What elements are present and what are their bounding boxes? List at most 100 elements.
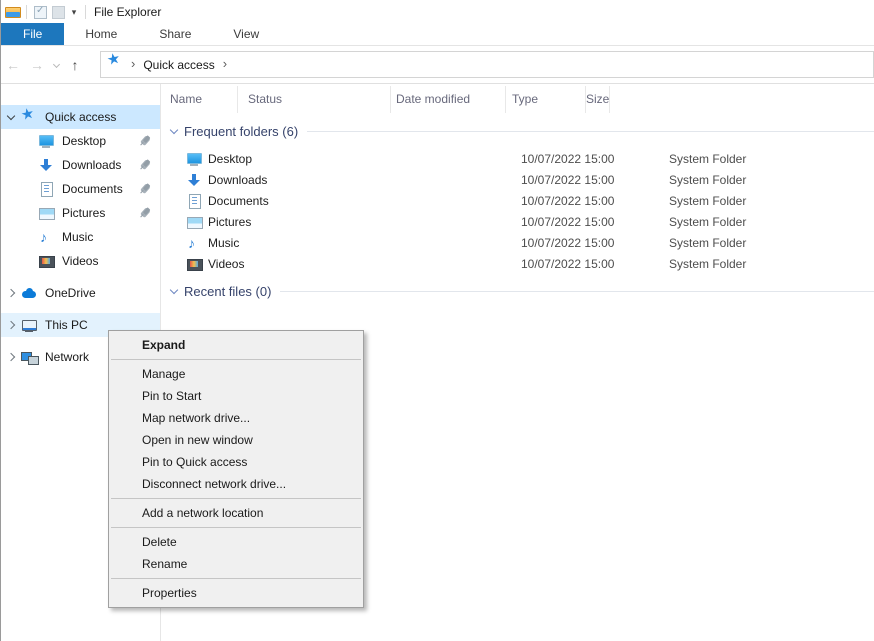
column-header-row: Name Status Date modified Type Size: [161, 84, 874, 114]
expand-chevron-icon[interactable]: [8, 290, 21, 296]
sidebar-item-icon: [21, 285, 37, 301]
sidebar-item[interactable]: Documents: [1, 177, 160, 201]
file-explorer-window: ▾ File Explorer File Home Share View ← →…: [0, 0, 874, 641]
pin-icon[interactable]: [135, 131, 155, 151]
context-menu-item[interactable]: Add a network location: [109, 502, 363, 524]
ribbon-tab[interactable]: View: [212, 23, 280, 45]
group-header-frequent-folders[interactable]: Frequent folders (6): [161, 122, 874, 140]
group-divider-line: [280, 291, 874, 292]
sidebar-item-icon: [38, 157, 54, 173]
file-type-icon: [186, 172, 202, 188]
file-type: System Folder: [664, 173, 779, 187]
expand-chevron-icon[interactable]: [8, 116, 21, 119]
ribbon-tab[interactable]: File: [1, 23, 64, 45]
sidebar-item-label: Pictures: [62, 206, 105, 220]
context-menu-item[interactable]: Expand: [109, 334, 363, 356]
sidebar-item-label: Documents: [62, 182, 123, 196]
back-arrow-icon[interactable]: ←: [1, 53, 25, 77]
address-bar[interactable]: › Quick access ›: [100, 51, 874, 78]
group-divider-line: [307, 131, 874, 132]
sidebar-item[interactable]: OneDrive: [1, 281, 160, 305]
file-date-modified: 10/07/2022 15:00: [511, 173, 664, 187]
sidebar-item[interactable]: Desktop: [1, 129, 160, 153]
sidebar-item-icon: [21, 109, 37, 125]
sidebar-item-label: Network: [45, 350, 89, 364]
context-menu-item[interactable]: Manage: [109, 363, 363, 385]
file-name: Videos: [208, 257, 244, 271]
file-name-cell: Desktop: [161, 151, 434, 167]
recent-locations-dropdown-icon[interactable]: [49, 62, 63, 67]
file-name-cell: Music: [161, 235, 434, 251]
sidebar-item-icon: [21, 317, 37, 333]
new-folder-icon[interactable]: [49, 3, 67, 21]
sidebar-item[interactable]: Quick access: [1, 105, 160, 129]
column-header[interactable]: Type: [506, 86, 586, 113]
context-menu-item[interactable]: Properties: [109, 582, 363, 604]
group-label: Frequent folders (6): [184, 124, 298, 139]
column-header[interactable]: Size: [586, 86, 610, 113]
column-header[interactable]: Name: [161, 86, 238, 113]
properties-check-icon[interactable]: [31, 3, 49, 21]
context-menu-item[interactable]: Pin to Start: [109, 385, 363, 407]
sidebar-item[interactable]: Music: [1, 225, 160, 249]
collapse-chevron-icon[interactable]: [170, 285, 178, 293]
file-name: Desktop: [208, 152, 252, 166]
group-header-recent-files[interactable]: Recent files (0): [161, 282, 874, 300]
expand-chevron-icon[interactable]: [8, 322, 21, 328]
pin-icon[interactable]: [135, 155, 155, 175]
context-menu-item[interactable]: [111, 578, 361, 579]
file-date-modified: 10/07/2022 15:00: [511, 194, 664, 208]
sidebar-item-label: OneDrive: [45, 286, 96, 300]
group-label: Recent files (0): [184, 284, 271, 299]
up-arrow-icon[interactable]: ↑: [63, 53, 87, 77]
sidebar-item-label: Videos: [62, 254, 98, 268]
file-date-modified: 10/07/2022 15:00: [511, 257, 664, 271]
Desktop[interactable]: Desktop 10/07/2022 15:00 System Folder: [161, 148, 874, 169]
sidebar-item-label: Music: [62, 230, 93, 244]
collapse-chevron-icon[interactable]: [170, 125, 178, 133]
ribbon-tab[interactable]: Share: [138, 23, 212, 45]
file-type-icon: [186, 256, 202, 272]
file-date-modified: 10/07/2022 15:00: [511, 215, 664, 229]
file-type: System Folder: [664, 257, 779, 271]
context-menu: Expand Manage Pin to Start Map network d…: [108, 330, 364, 608]
context-menu-item[interactable]: [111, 527, 361, 528]
sidebar-item[interactable]: Pictures: [1, 201, 160, 225]
file-type-icon: [186, 193, 202, 209]
expand-chevron-icon[interactable]: [8, 354, 21, 360]
sidebar-item[interactable]: Downloads: [1, 153, 160, 177]
navigation-bar: ← → ↑ › Quick access ›: [1, 46, 874, 84]
sidebar-item-icon: [38, 133, 54, 149]
context-menu-item[interactable]: [111, 498, 361, 499]
sidebar-item-icon: [38, 253, 54, 269]
context-menu-item[interactable]: Disconnect network drive...: [109, 473, 363, 495]
Pictures[interactable]: Pictures 10/07/2022 15:00 System Folder: [161, 211, 874, 232]
context-menu-item[interactable]: [111, 359, 361, 360]
context-menu-item[interactable]: Map network drive...: [109, 407, 363, 429]
forward-arrow-icon[interactable]: →: [25, 53, 49, 77]
window-title: File Explorer: [94, 5, 161, 19]
column-header[interactable]: Date modified: [391, 86, 506, 113]
breadcrumb-quick-access-icon[interactable]: [107, 54, 123, 75]
context-menu-item[interactable]: Delete: [109, 531, 363, 553]
Videos[interactable]: Videos 10/07/2022 15:00 System Folder: [161, 253, 874, 274]
column-header[interactable]: Status: [238, 86, 391, 113]
context-menu-item[interactable]: Pin to Quick access: [109, 451, 363, 473]
toolbar-separator: [85, 5, 86, 19]
breadcrumb-separator-icon: ›: [215, 56, 235, 73]
breadcrumb-separator-icon: ›: [123, 56, 143, 73]
sidebar-item-label: Quick access: [45, 110, 116, 124]
context-menu-item[interactable]: Open in new window: [109, 429, 363, 451]
Downloads[interactable]: Downloads 10/07/2022 15:00 System Folder: [161, 169, 874, 190]
file-name: Documents: [208, 194, 269, 208]
pin-icon[interactable]: [135, 203, 155, 223]
file-name-cell: Downloads: [161, 172, 434, 188]
pin-icon[interactable]: [135, 179, 155, 199]
Music[interactable]: Music 10/07/2022 15:00 System Folder: [161, 232, 874, 253]
ribbon-tab[interactable]: Home: [64, 23, 138, 45]
sidebar-item[interactable]: Videos: [1, 249, 160, 273]
context-menu-item[interactable]: Rename: [109, 553, 363, 575]
breadcrumb-location[interactable]: Quick access: [143, 58, 214, 72]
Documents[interactable]: Documents 10/07/2022 15:00 System Folder: [161, 190, 874, 211]
customize-toolbar-dropdown-icon[interactable]: ▾: [67, 3, 81, 21]
